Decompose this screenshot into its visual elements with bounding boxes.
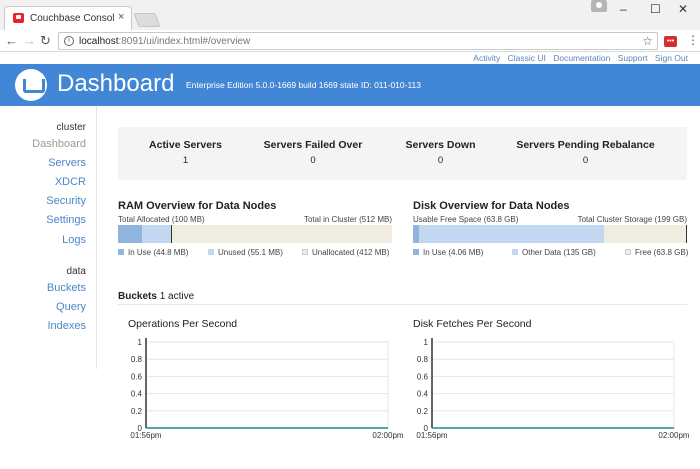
stat-servers-down: Servers Down 0: [405, 139, 476, 166]
minimize-icon[interactable]: –: [620, 2, 627, 16]
ops-chart-ytick-label: 1: [138, 338, 143, 347]
ram-legend-in-use: In Use (44.8 MB): [118, 248, 188, 257]
disk-usage-bar: [413, 225, 687, 243]
tab-title: Couchbase Console Ente: [30, 13, 114, 24]
couchbase-logo-icon: [15, 69, 47, 101]
browser-menu-icon[interactable]: ⋮: [687, 33, 699, 47]
ram-legend-unallocated: Unallocated (412 MB): [302, 248, 389, 257]
extension-icon[interactable]: •••: [664, 36, 677, 47]
browser-toolbar: ← → ↻ i localhost:8091/ui/index.html#/ov…: [0, 30, 700, 52]
stat-servers-failed-over: Servers Failed Over 0: [263, 139, 363, 166]
sidebar: cluster Dashboard Servers XDCR Security …: [0, 106, 97, 369]
disk-chart-xtick-label: 01:56pm: [416, 431, 447, 440]
disk-legend-in-use: In Use (4.06 MB): [413, 248, 483, 257]
disk-chart-ytick-label: 0.4: [417, 390, 429, 399]
buckets-divider: [118, 304, 687, 305]
documentation-link[interactable]: Documentation: [553, 53, 610, 63]
sidebar-item-query[interactable]: Query: [56, 301, 86, 313]
couchbase-favicon-icon: [13, 13, 24, 23]
build-info: Enterprise Edition 5.0.0-1669 build 1669…: [186, 80, 422, 90]
ops-chart-xtick-label: 01:56pm: [130, 431, 161, 440]
sidebar-item-settings[interactable]: Settings: [46, 214, 86, 226]
ops-chart-ytick-label: 0.8: [131, 355, 143, 364]
disk-legend-other-data: Other Data (135 GB): [512, 248, 596, 257]
top-links: Activity Classic UI Documentation Suppor…: [468, 53, 688, 63]
buckets-heading: Buckets 1 active: [118, 291, 194, 302]
disk-usable-free: Usable Free Space (63.8 GB): [413, 215, 519, 224]
back-icon[interactable]: ←: [5, 33, 18, 48]
disk-total-storage: Total Cluster Storage (199 GB): [577, 215, 687, 224]
disk-chart-xtick-label: 02:00pm: [658, 431, 689, 440]
sidebar-section-data: data: [66, 266, 86, 277]
disk-chart-ytick-label: 0.8: [417, 355, 429, 364]
ram-quota-marker: [171, 225, 173, 243]
ram-total-allocated: Total Allocated (100 MB): [118, 215, 205, 224]
classic-ui-link[interactable]: Classic UI: [508, 53, 546, 63]
sidebar-item-servers[interactable]: Servers: [48, 157, 86, 169]
disk-chart-title: Disk Fetches Per Second: [413, 318, 532, 330]
disk-other-data-segment: [418, 225, 605, 243]
ops-chart-title: Operations Per Second: [128, 318, 238, 330]
reload-icon[interactable]: ↻: [40, 33, 51, 49]
ram-total-in-cluster: Total in Cluster (512 MB): [303, 215, 392, 224]
address-bar[interactable]: i localhost:8091/ui/index.html#/overview…: [58, 32, 658, 50]
bookmark-star-icon[interactable]: ☆: [642, 34, 653, 48]
url-text: localhost:8091/ui/index.html#/overview: [79, 36, 251, 47]
browser-tabstrip: Couchbase Console Ente × – ☐ ✕: [0, 0, 700, 30]
stat-servers-pending-rebalance: Servers Pending Rebalance 0: [516, 139, 655, 166]
sidebar-item-indexes[interactable]: Indexes: [47, 320, 86, 332]
ram-usage-bar: [118, 225, 392, 243]
sidebar-item-logs[interactable]: Logs: [62, 234, 86, 246]
close-window-icon[interactable]: ✕: [678, 2, 688, 16]
support-link[interactable]: Support: [618, 53, 648, 63]
disk-chart-ytick-label: 1: [424, 338, 429, 347]
new-tab-button[interactable]: [133, 13, 161, 27]
activity-link[interactable]: Activity: [473, 53, 500, 63]
ram-overview-title: RAM Overview for Data Nodes: [118, 200, 277, 212]
ram-unused-segment: [141, 225, 172, 243]
ops-chart-ytick-label: 0.4: [131, 390, 143, 399]
ops-chart-ytick-label: 0.2: [131, 407, 143, 416]
ops-chart-ytick-label: 0.6: [131, 372, 143, 381]
page-title: Dashboard: [57, 70, 175, 97]
buckets-count: 1 active: [159, 291, 195, 302]
buckets-title[interactable]: Buckets: [118, 291, 157, 302]
cluster-summary: Active Servers 1 Servers Failed Over 0 S…: [118, 127, 687, 180]
disk-chart-ytick-label: 0.6: [417, 372, 429, 381]
maximize-icon[interactable]: ☐: [650, 2, 661, 16]
ops-per-second-chart: 00.20.40.60.8101:56pm 02:00pm: [130, 338, 404, 440]
app-header: Dashboard Enterprise Edition 5.0.0-1669 …: [0, 64, 700, 106]
disk-overview-title: Disk Overview for Data Nodes: [413, 200, 570, 212]
sidebar-item-xdcr[interactable]: XDCR: [55, 176, 86, 188]
ram-legend-unused: Unused (55.1 MB): [208, 248, 283, 257]
info-icon[interactable]: i: [64, 36, 74, 46]
disk-chart-ytick-label: 0.2: [417, 407, 429, 416]
sidebar-section-cluster: cluster: [56, 122, 86, 133]
stat-active-servers: Active Servers 1: [149, 139, 222, 166]
ram-in-use-segment: [118, 225, 142, 243]
forward-icon[interactable]: →: [23, 33, 36, 48]
profile-icon[interactable]: [591, 0, 607, 12]
sign-out-link[interactable]: Sign Out: [655, 53, 688, 63]
sidebar-item-security[interactable]: Security: [46, 195, 86, 207]
sidebar-item-dashboard[interactable]: Dashboard: [32, 138, 86, 150]
disk-fetches-chart: 00.20.40.60.8101:56pm 02:00pm: [416, 338, 690, 440]
disk-legend-free: Free (63.8 GB): [625, 248, 688, 257]
tab-close-icon[interactable]: ×: [118, 11, 124, 23]
disk-end-marker: [686, 225, 687, 243]
sidebar-item-buckets[interactable]: Buckets: [47, 282, 86, 294]
browser-tab[interactable]: Couchbase Console Ente ×: [4, 6, 132, 30]
